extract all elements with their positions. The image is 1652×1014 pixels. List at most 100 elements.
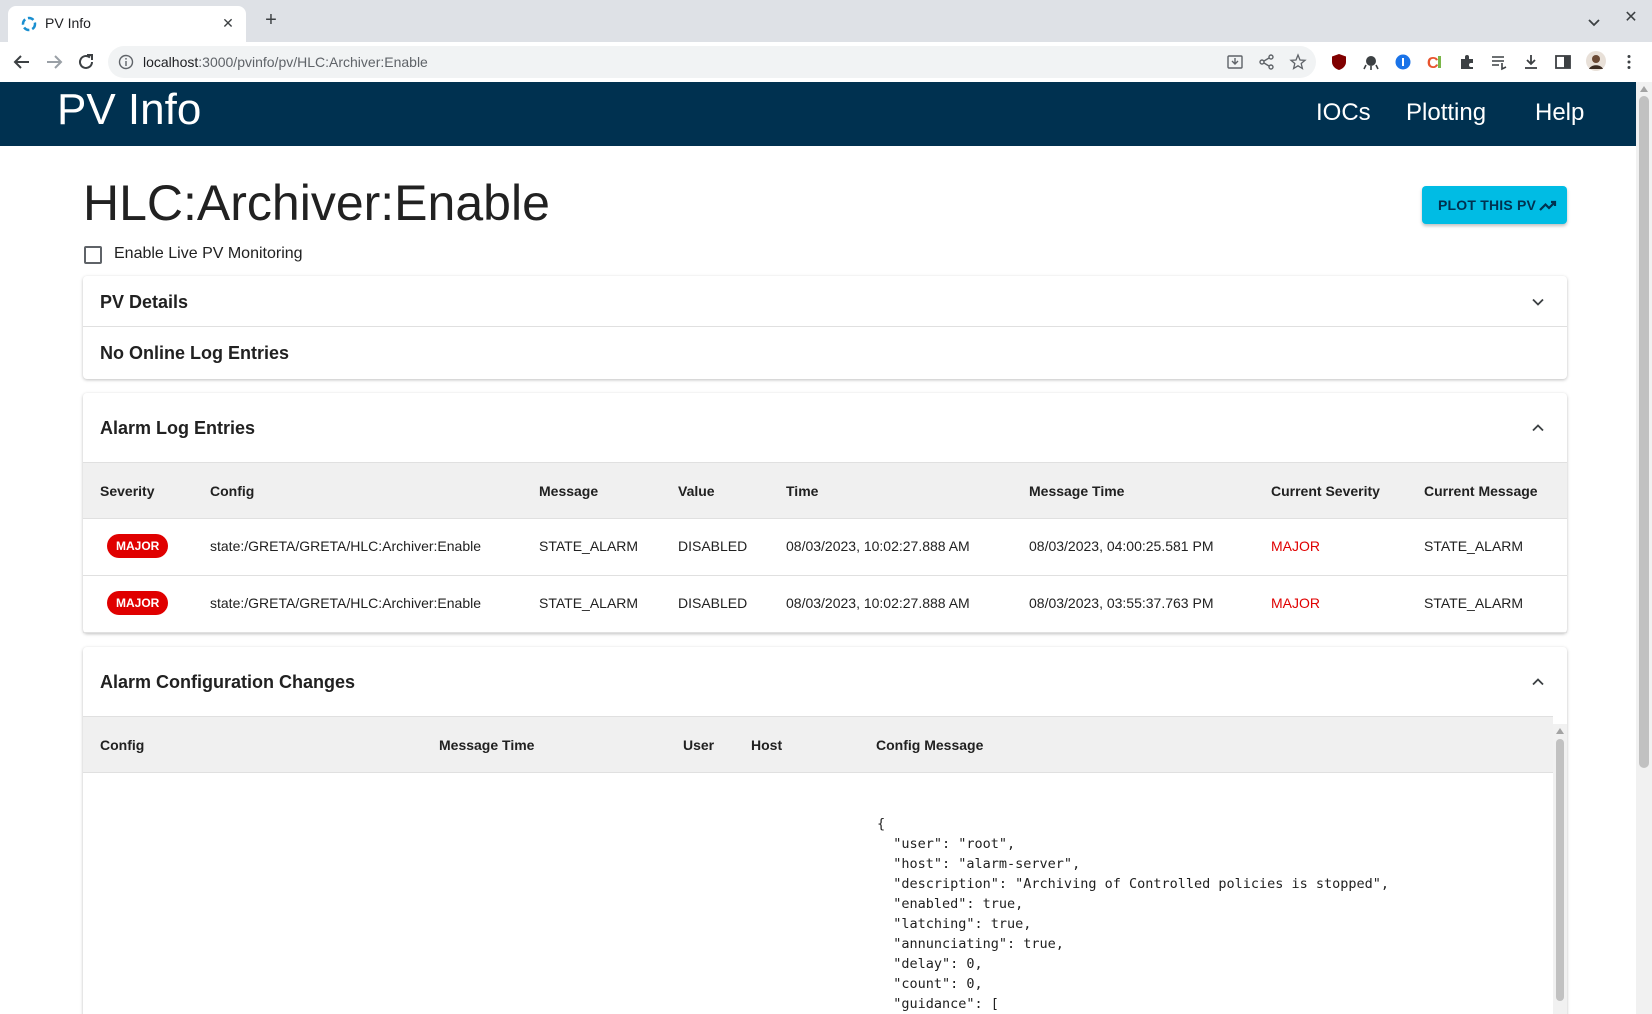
share-icon[interactable] [1258, 53, 1276, 71]
column-header-message-time[interactable]: Message Time [439, 737, 534, 753]
downloads-icon[interactable] [1522, 53, 1540, 71]
json-line: "user": "root", [877, 836, 1016, 852]
severity-chip: MAJOR [107, 591, 169, 615]
tab-close-icon[interactable]: ✕ [218, 13, 238, 33]
column-header-current-message[interactable]: Current Message [1424, 483, 1538, 499]
pv-details-summary[interactable]: PV Details [83, 276, 1567, 327]
ublock-extension-icon[interactable] [1330, 53, 1348, 71]
alarm-config-panel: Alarm Configuration Changes Config Messa… [83, 647, 1567, 1014]
extensions-puzzle-icon[interactable] [1458, 53, 1476, 71]
nav-link-help[interactable]: Help [1535, 99, 1584, 127]
colorzilla-extension-icon[interactable]: C [1426, 53, 1444, 71]
cell-message-time: 08/03/2023, 04:00:25.581 PM [1029, 538, 1214, 554]
cell-current-message: STATE_ALARM [1424, 595, 1524, 611]
cell-value: DISABLED [678, 595, 748, 611]
new-tab-button[interactable]: + [260, 10, 282, 32]
alarm-log-title: Alarm Log Entries [100, 418, 256, 438]
cell-message-time: 08/03/2023, 03:55:37.763 PM [1029, 595, 1214, 611]
pv-details-title: PV Details [100, 292, 189, 312]
plot-button-label: PLOT THIS PV [1438, 197, 1537, 213]
app-logo[interactable]: PV Info [57, 85, 201, 135]
column-header-host[interactable]: Host [751, 737, 782, 753]
password-manager-extension-icon[interactable] [1394, 53, 1412, 71]
column-header-value[interactable]: Value [678, 483, 715, 499]
forward-arrow-icon[interactable] [42, 50, 66, 74]
json-line: "delay": 0, [877, 956, 983, 972]
app-header: PV Info IOCs Plotting Help [0, 82, 1636, 146]
cell-current-severity: MAJOR [1271, 595, 1320, 611]
column-header-config[interactable]: Config [210, 483, 254, 499]
json-line: { [877, 816, 886, 832]
column-header-config[interactable]: Config [100, 737, 144, 753]
cell-message: STATE_ALARM [539, 538, 639, 554]
live-monitoring-label: Enable Live PV Monitoring [114, 245, 303, 262]
install-app-icon[interactable] [1226, 53, 1244, 71]
tab-title: PV Info [45, 15, 91, 31]
json-line: "annunciating": true, [877, 936, 1064, 952]
page-title: HLC:Archiver:Enable [83, 175, 550, 231]
json-line: "guidance": [ [877, 996, 999, 1012]
chrome-menu-icon[interactable] [1620, 53, 1638, 71]
json-line: "enabled": true, [877, 896, 1024, 912]
page-scrollbar[interactable] [1636, 82, 1652, 1014]
column-header-severity[interactable]: Severity [100, 483, 154, 499]
browser-tab[interactable]: PV Info ✕ [8, 6, 246, 42]
window-close-icon[interactable]: ✕ [1621, 8, 1641, 28]
column-header-message[interactable]: Message [539, 483, 598, 499]
alarm-config-summary[interactable]: Alarm Configuration Changes [83, 647, 1567, 716]
table-scrollbar-thumb[interactable] [1556, 739, 1564, 1001]
cell-current-severity: MAJOR [1271, 538, 1320, 554]
severity-chip: MAJOR [107, 534, 169, 558]
plot-this-pv-button[interactable]: PLOT THIS PV [1422, 186, 1567, 224]
octopus-extension-icon[interactable] [1362, 53, 1380, 71]
alarm-config-table-area: Config Message Time User Host Config Mes… [83, 716, 1567, 1014]
browser-tab-strip: PV Info ✕ + ✕ [0, 0, 1652, 42]
url-host: localhost [143, 54, 199, 70]
chevron-down-icon[interactable] [1529, 293, 1547, 311]
alarm-log-summary[interactable]: Alarm Log Entries [83, 393, 1567, 462]
column-header-message-time[interactable]: Message Time [1029, 483, 1124, 499]
scroll-up-arrow-icon[interactable] [1556, 728, 1564, 734]
table-row[interactable]: MAJOR state:/GRETA/GRETA/HLC:Archiver:En… [83, 519, 1567, 576]
table-row[interactable]: MAJOR state:/GRETA/GRETA/HLC:Archiver:En… [83, 576, 1567, 633]
chevron-up-icon[interactable] [1529, 673, 1547, 691]
column-header-current-severity[interactable]: Current Severity [1271, 483, 1380, 499]
column-header-config-message[interactable]: Config Message [876, 737, 983, 753]
cell-message: STATE_ALARM [539, 595, 639, 611]
nav-link-iocs[interactable]: IOCs [1316, 99, 1371, 127]
cell-config: state:/GRETA/GRETA/HLC:Archiver:Enable [210, 595, 482, 611]
scroll-up-arrow-icon[interactable] [1640, 86, 1648, 92]
alarm-config-title: Alarm Configuration Changes [100, 672, 356, 692]
cell-current-message: STATE_ALARM [1424, 538, 1524, 554]
table-scrollbar[interactable] [1553, 724, 1567, 1014]
json-line: "latching": true, [877, 916, 1032, 932]
svg-text:C: C [1427, 55, 1439, 71]
alarm-log-panel: Alarm Log Entries Severity Config Messag… [83, 393, 1567, 633]
cell-time: 08/03/2023, 10:02:27.888 AM [786, 538, 970, 554]
alarm-log-table-header: Severity Config Message Value Time Messa… [83, 462, 1567, 519]
cell-value: DISABLED [678, 538, 748, 554]
json-line: "host": "alarm-server", [877, 856, 1081, 872]
url-text[interactable]: localhost:3000/pvinfo/pv/HLC:Archiver:En… [143, 54, 428, 70]
site-info-icon[interactable] [118, 54, 134, 70]
cell-time: 08/03/2023, 10:02:27.888 AM [786, 595, 970, 611]
chevron-up-icon[interactable] [1529, 419, 1547, 437]
back-arrow-icon[interactable] [10, 50, 34, 74]
tab-search-chevron-icon[interactable] [1584, 12, 1604, 32]
nav-link-plotting[interactable]: Plotting [1406, 99, 1486, 127]
json-line: "description": "Archiving of Controlled … [877, 876, 1390, 892]
column-header-time[interactable]: Time [786, 483, 818, 499]
live-monitoring-checkbox[interactable] [84, 246, 102, 264]
profile-avatar-icon[interactable] [1586, 51, 1606, 71]
bookmark-star-icon[interactable] [1289, 53, 1307, 71]
page-scrollbar-thumb[interactable] [1639, 96, 1649, 768]
trending-up-icon [1539, 200, 1557, 211]
alarm-config-table-header: Config Message Time User Host Config Mes… [83, 716, 1553, 773]
url-path: :3000/pvinfo/pv/HLC:Archiver:Enable [198, 54, 428, 70]
column-header-user[interactable]: User [683, 737, 714, 753]
reading-list-icon[interactable] [1490, 53, 1508, 71]
address-bar[interactable]: localhost:3000/pvinfo/pv/HLC:Archiver:En… [108, 46, 1316, 78]
reload-icon[interactable] [74, 50, 98, 74]
side-panel-icon[interactable] [1554, 53, 1572, 71]
pvinfo-favicon-icon [21, 16, 37, 32]
